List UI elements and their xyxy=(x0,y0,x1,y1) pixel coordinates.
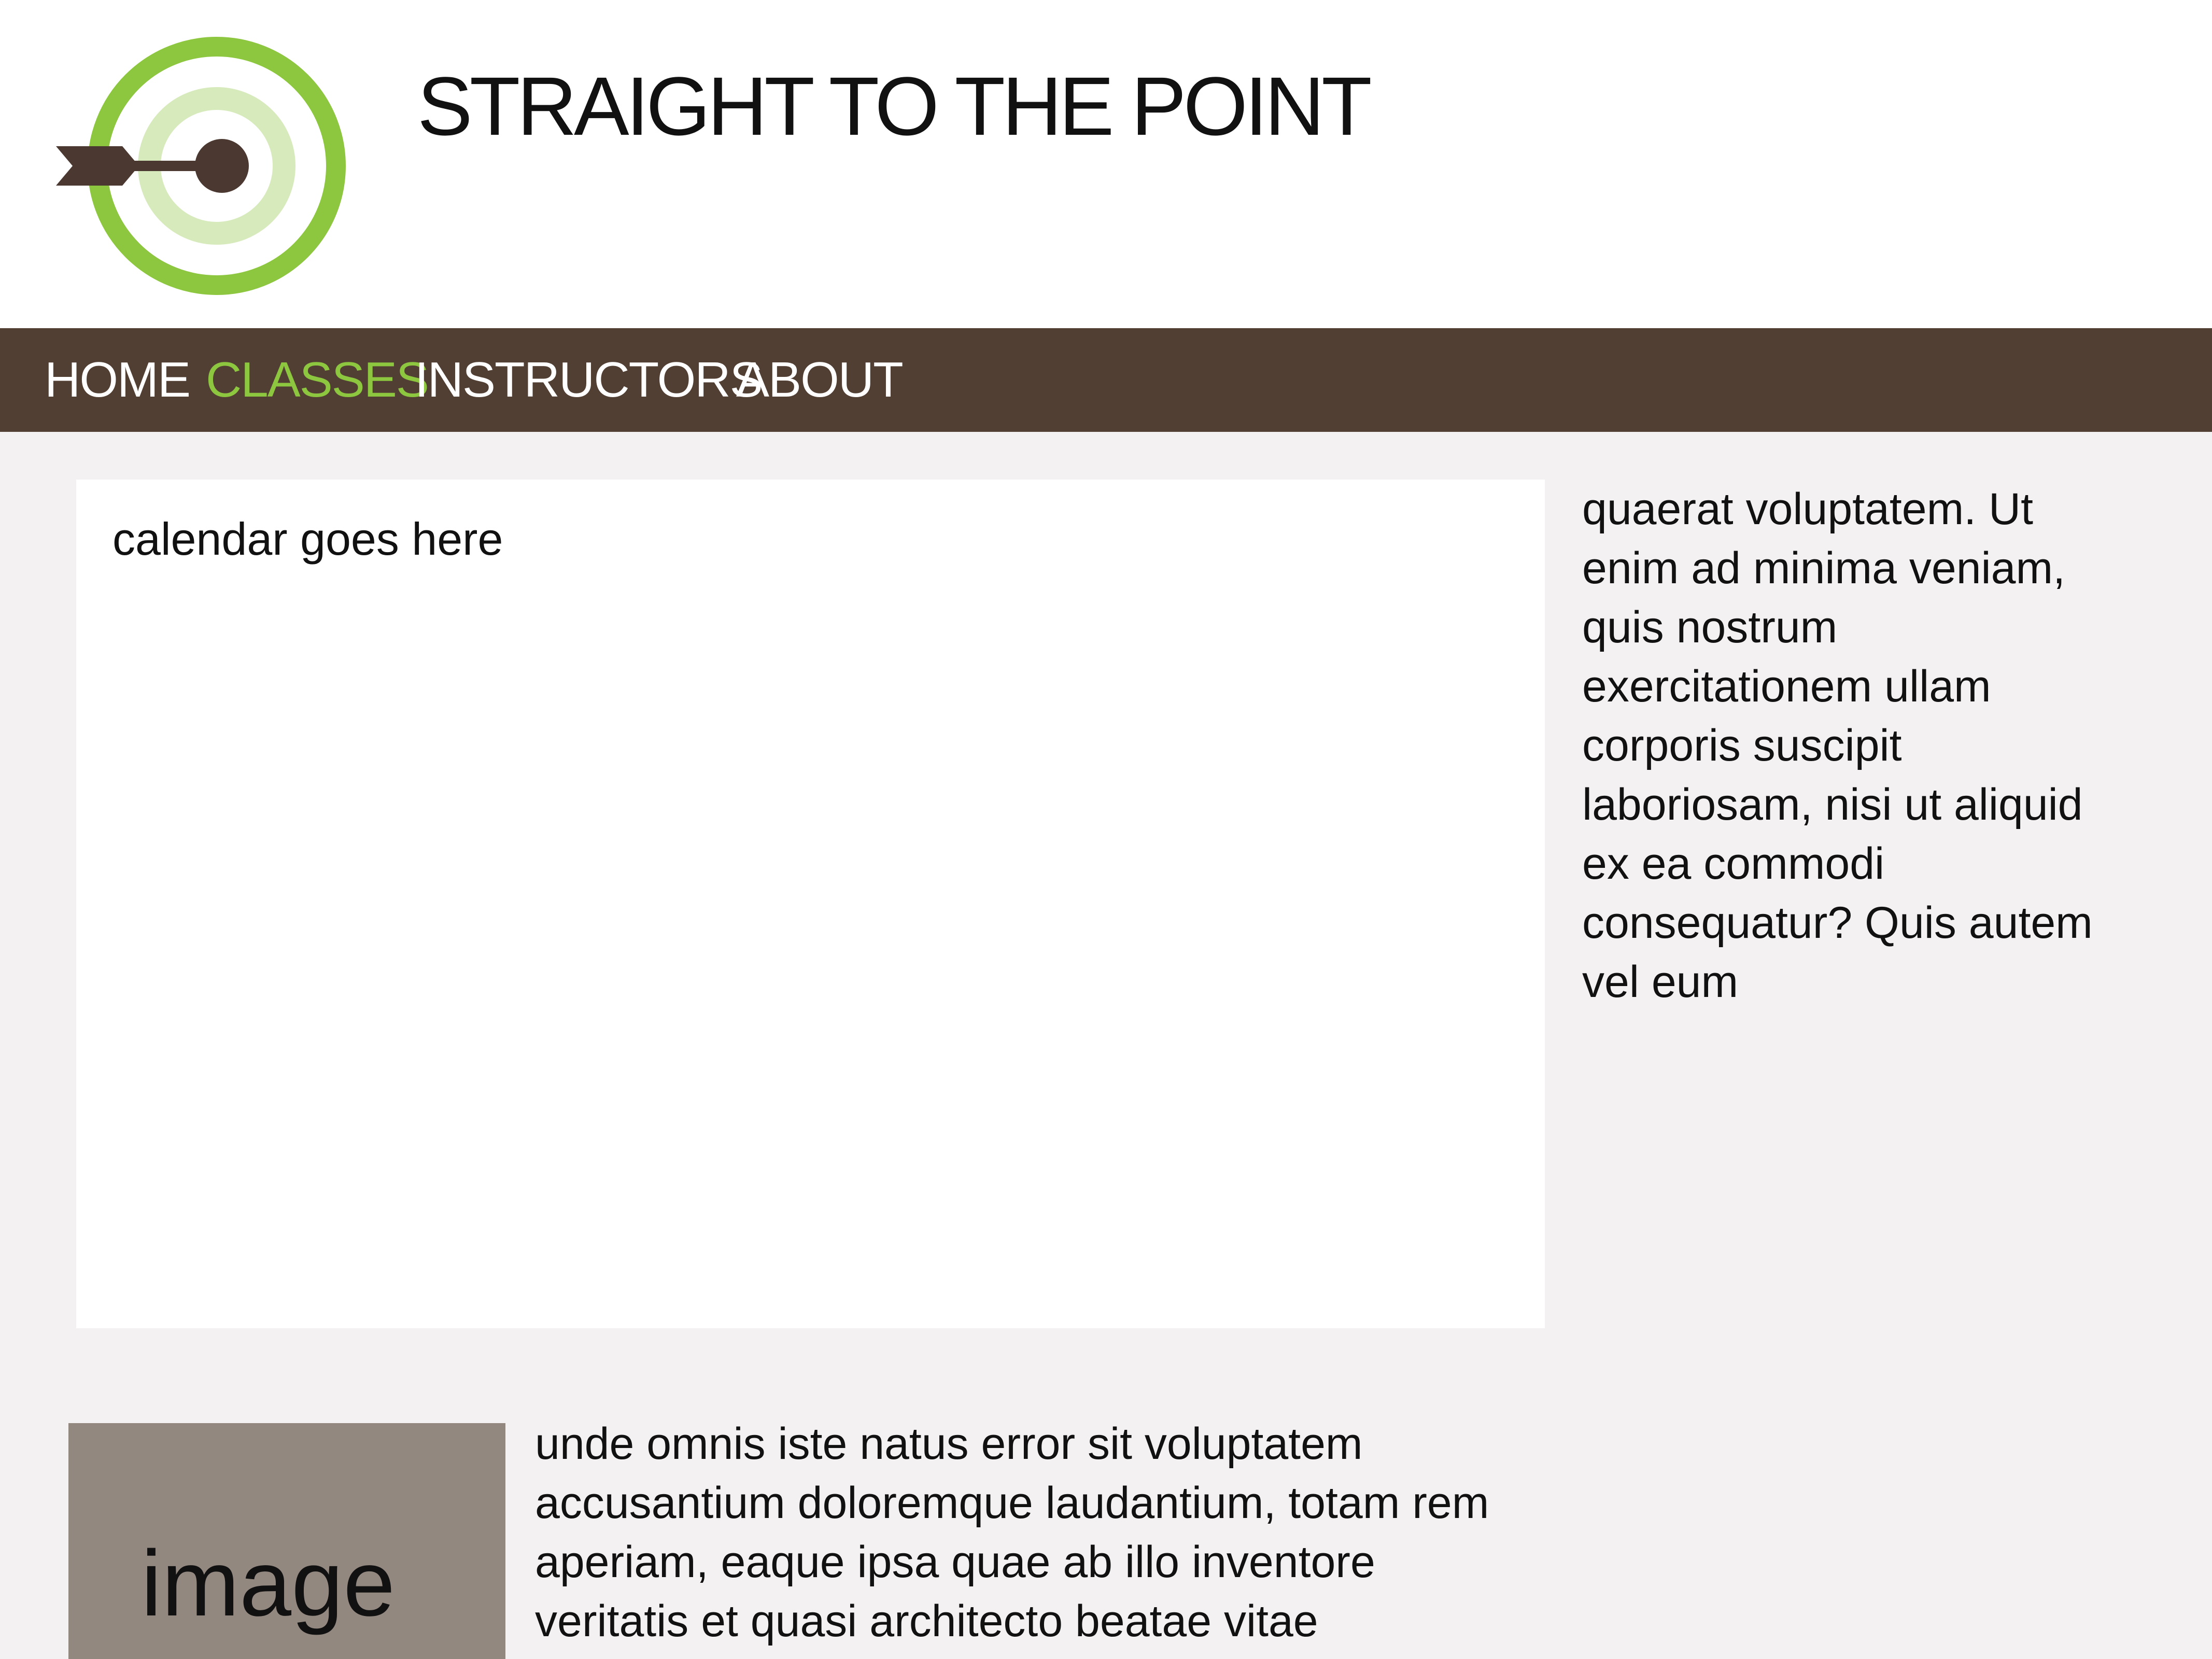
nav-item-instructors[interactable]: INSTRUCTORS xyxy=(415,351,763,409)
nav-item-about[interactable]: ABOUT xyxy=(736,351,904,409)
site-title: STRAIGHT TO THE POINT xyxy=(417,60,1372,152)
sidebar-paragraph: quaerat voluptatem. Ut enim ad minima ve… xyxy=(1582,484,2093,1007)
sidebar-text: quaerat voluptatem. Ut enim ad minima ve… xyxy=(1582,480,2126,1011)
nav-item-home[interactable]: HOME xyxy=(45,351,191,409)
body-text: unde omnis iste natus error sit voluptat… xyxy=(535,1414,1520,1651)
calendar-placeholder-text: calendar goes here xyxy=(112,513,503,565)
target-dart-icon[interactable] xyxy=(56,36,353,296)
calendar-placeholder: calendar goes here xyxy=(76,480,1545,1328)
main-nav: HOME CLASSES INSTRUCTORS ABOUT xyxy=(0,328,2212,432)
image-placeholder: image xyxy=(68,1423,505,1659)
body-paragraph: unde omnis iste natus error sit voluptat… xyxy=(535,1419,1489,1646)
image-placeholder-label: image xyxy=(141,1531,396,1636)
site-header: STRAIGHT TO THE POINT xyxy=(0,0,2212,328)
nav-item-classes[interactable]: CLASSES xyxy=(206,351,429,409)
